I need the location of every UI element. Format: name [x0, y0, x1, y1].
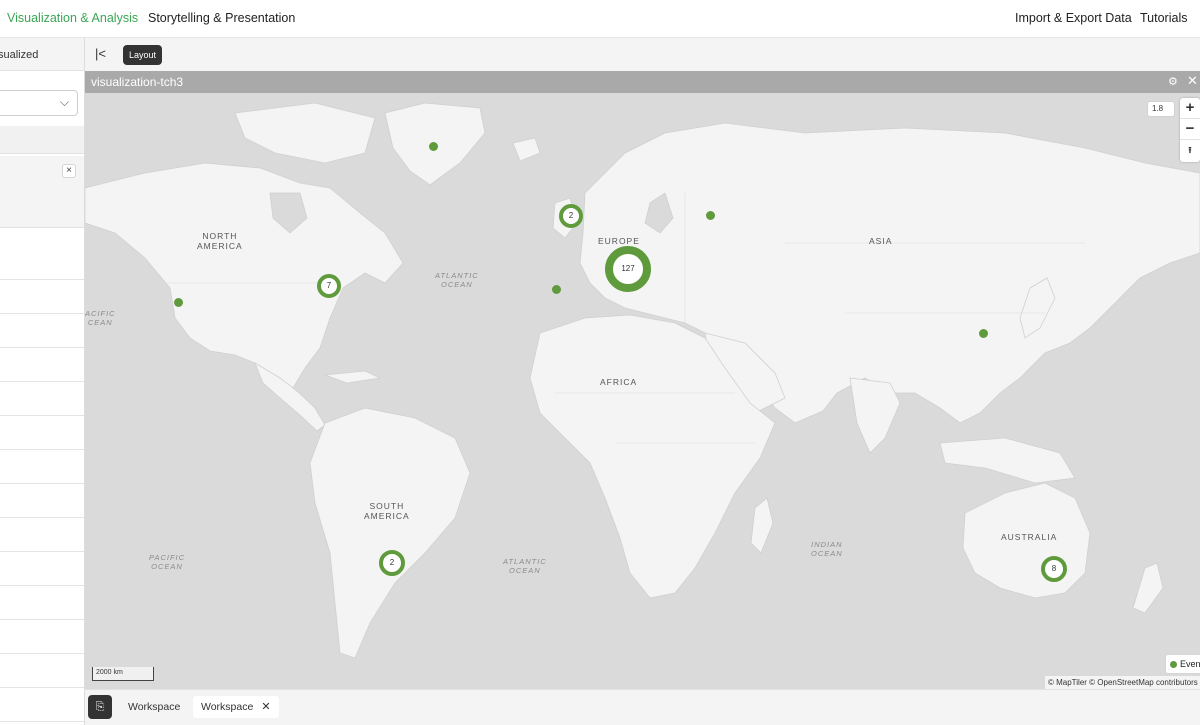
continent-label: NORTH AMERICA: [197, 231, 243, 251]
close-icon[interactable]: ✕: [261, 701, 270, 713]
zoom-level-readout: 1.8: [1147, 101, 1175, 117]
nav-import-export-data[interactable]: Import & Export Data: [1015, 11, 1132, 25]
cluster-marker[interactable]: 8: [1041, 556, 1067, 582]
list-item[interactable]: [0, 348, 84, 382]
ocean-label: ACIFIC CEAN: [85, 309, 116, 327]
event-point[interactable]: [979, 329, 988, 338]
landmass-arctic-islands: [234, 102, 376, 164]
workspace-tab-label: Workspace: [201, 701, 254, 713]
world-map[interactable]: NORTH AMERICA EUROPE ASIA AFRICA SOUTH AME…: [85, 93, 1200, 689]
ocean-label: ATLANTIC OCEAN: [435, 271, 479, 289]
panel-title: visualization-tch3: [91, 75, 184, 89]
landmass-south-america: [309, 407, 471, 659]
sidebar-header-label: sualized: [0, 49, 39, 61]
list-item[interactable]: [0, 552, 84, 586]
list-item[interactable]: [0, 586, 84, 620]
workspace-tab-active[interactable]: Workspace ✕: [193, 696, 279, 718]
list-item[interactable]: [0, 280, 84, 314]
legend-dot-icon: [1170, 661, 1177, 668]
legend-label: Even: [1180, 659, 1200, 669]
settings-icon[interactable]: ⚙: [1168, 75, 1178, 88]
scale-bar: 2000 km: [92, 667, 154, 681]
list-item[interactable]: [0, 416, 84, 450]
landmass-iceland: [512, 137, 541, 162]
list-item[interactable]: [0, 688, 84, 722]
top-navigation: Visualization & Analysis Storytelling & …: [0, 0, 1200, 38]
landmass-north-america: [85, 162, 404, 394]
map-attribution: © MapTiler © OpenStreetMap contributors: [1045, 676, 1200, 689]
close-icon[interactable]: ✕: [1187, 73, 1198, 89]
list-item[interactable]: [0, 518, 84, 552]
list-item[interactable]: [0, 450, 84, 484]
chevron-down-icon: ⌵: [59, 95, 69, 109]
sidebar-header: sualized: [0, 38, 84, 71]
workspace-tab[interactable]: Workspace: [120, 696, 188, 718]
ocean-label: ATLANTIC OCEAN: [503, 557, 547, 575]
cluster-marker[interactable]: 7: [317, 274, 341, 298]
list-item[interactable]: [0, 654, 84, 688]
continent-label: SOUTH AMERICA: [364, 501, 410, 521]
visualization-panel-header: visualization-tch3 ⚙ ✕: [85, 71, 1200, 93]
workspace-tab-label: Workspace: [128, 701, 181, 713]
map-legend[interactable]: Even: [1165, 654, 1200, 674]
landmass-new-zealand: [1132, 562, 1164, 614]
cluster-marker[interactable]: 127: [605, 246, 651, 292]
reset-north-icon[interactable]: ⭱: [1180, 140, 1200, 161]
continent-label: AFRICA: [600, 377, 638, 387]
cluster-marker[interactable]: 2: [559, 204, 583, 228]
continent-label: ASIA: [869, 236, 893, 246]
workspace-bar: ⎘ Workspace Workspace ✕: [85, 689, 1200, 725]
layout-tooltip: Layout: [123, 45, 163, 65]
list-item[interactable]: [0, 484, 84, 518]
list-item[interactable]: [0, 620, 84, 654]
continent-label: EUROPE: [598, 236, 640, 246]
landmass-madagascar: [750, 497, 774, 554]
event-point[interactable]: [706, 211, 715, 220]
list-item[interactable]: [0, 314, 84, 348]
zoom-out-icon[interactable]: −: [1180, 119, 1200, 140]
sidebar-section-band: [0, 126, 84, 154]
panel-toolbar: |< Layout: [85, 38, 1200, 71]
event-point[interactable]: [552, 285, 561, 294]
list-item[interactable]: [0, 382, 84, 416]
sidebar-dropdown[interactable]: ⌵: [0, 90, 78, 116]
landmass-caribbean: [324, 370, 382, 384]
close-icon[interactable]: ×: [62, 164, 76, 178]
continent-label: AUSTRALIA: [1001, 532, 1058, 542]
nav-tutorials[interactable]: Tutorials: [1140, 11, 1187, 25]
landmass-se-asia-islands: [939, 437, 1076, 484]
landmass-india: [849, 377, 901, 454]
nav-storytelling-presentation[interactable]: Storytelling & Presentation: [148, 11, 295, 25]
new-workspace-icon[interactable]: ⎘: [88, 695, 112, 719]
list-item[interactable]: [0, 246, 84, 280]
ocean-label: INDIAN OCEAN: [811, 540, 843, 558]
nav-visualization-analysis[interactable]: Visualization & Analysis: [7, 11, 138, 25]
ocean-label: PACIFIC OCEAN: [149, 553, 186, 571]
cluster-marker[interactable]: 2: [379, 550, 405, 576]
collapse-sidebar-icon[interactable]: |<: [95, 46, 111, 62]
event-point[interactable]: [429, 142, 438, 151]
map-basemap: [85, 102, 1200, 659]
zoom-in-icon[interactable]: +: [1180, 98, 1200, 119]
event-point[interactable]: [174, 298, 183, 307]
zoom-controls: + − ⭱: [1180, 98, 1200, 162]
left-sidebar: sualized ⌵ ×: [0, 38, 85, 725]
